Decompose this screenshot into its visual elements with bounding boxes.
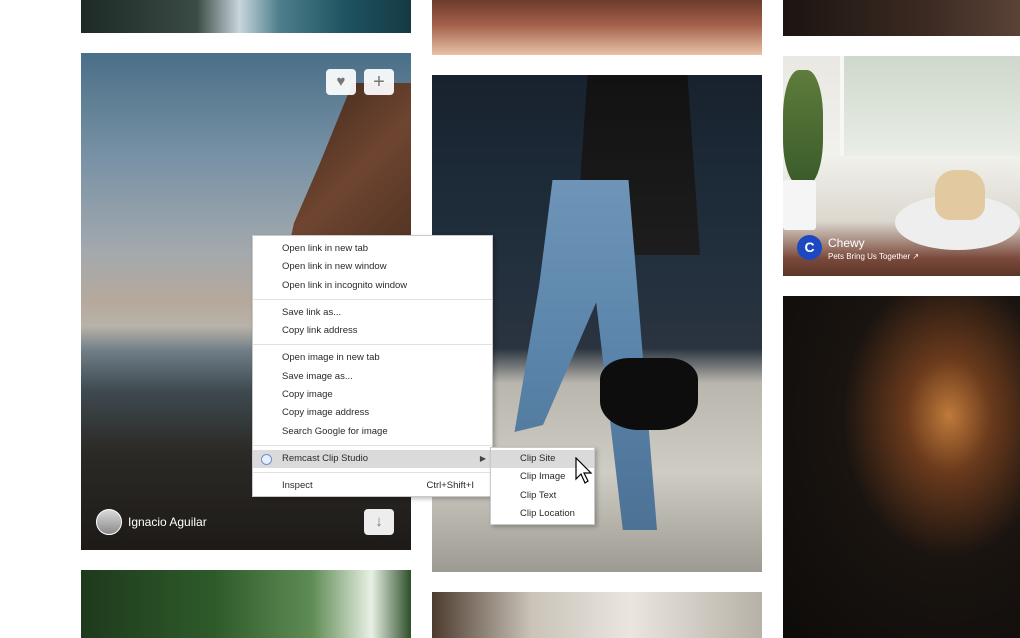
photo-author[interactable]: Ignacio Aguilar <box>96 509 207 535</box>
photo-detail <box>600 358 698 430</box>
menu-item-open-link-new-tab[interactable]: Open link in new tab <box>253 240 492 258</box>
menu-item-remcast-clip-studio[interactable]: Remcast Clip Studio ▶ <box>253 449 492 469</box>
menu-item-save-link-as[interactable]: Save link as... <box>253 304 492 322</box>
menu-item-open-link-new-window[interactable]: Open link in new window <box>253 258 492 276</box>
photo-tile[interactable] <box>432 592 762 638</box>
menu-item-open-image-new-tab[interactable]: Open image in new tab <box>253 349 492 367</box>
photo-tile[interactable] <box>81 0 411 33</box>
avatar[interactable] <box>96 509 122 535</box>
menu-item-copy-image[interactable]: Copy image <box>253 386 492 404</box>
menu-item-search-google-image[interactable]: Search Google for image <box>253 423 492 441</box>
photo-tile[interactable] <box>783 0 1020 36</box>
plus-icon: + <box>373 71 385 93</box>
ad-tagline[interactable]: Pets Bring Us Together ↗ <box>828 252 919 261</box>
menu-item-open-link-incognito[interactable]: Open link in incognito window <box>253 277 492 295</box>
menu-item-label: Remcast Clip Studio <box>282 452 369 464</box>
menu-item-label: Inspect <box>282 480 313 492</box>
photo-tile[interactable] <box>81 570 411 638</box>
download-arrow-icon: ↓ <box>375 513 383 530</box>
extension-icon <box>261 453 272 465</box>
menu-item-save-image-as[interactable]: Save image as... <box>253 368 492 386</box>
mouse-cursor-icon <box>575 457 593 484</box>
photo-detail <box>935 170 985 220</box>
context-menu: Open link in new tab Open link in new wi… <box>252 235 493 497</box>
add-to-collection-button[interactable]: + <box>364 69 394 95</box>
menu-item-inspect[interactable]: Inspect Ctrl+Shift+I <box>253 477 492 495</box>
ad-brand-name[interactable]: Chewy <box>828 236 865 250</box>
photo-detail <box>840 56 1020 156</box>
like-button[interactable]: ♥ <box>326 69 356 95</box>
photo-detail <box>783 70 823 185</box>
menu-item-copy-link-address[interactable]: Copy link address <box>253 322 492 340</box>
heart-icon: ♥ <box>336 73 346 90</box>
chewy-logo[interactable]: C <box>797 235 822 260</box>
menu-divider <box>253 344 492 346</box>
menu-divider <box>253 444 492 446</box>
photo-detail <box>783 180 816 230</box>
photo-tile[interactable] <box>432 0 762 55</box>
keyboard-shortcut: Ctrl+Shift+I <box>426 480 474 492</box>
submenu-item-clip-text[interactable]: Clip Text <box>491 487 594 505</box>
download-button[interactable]: ↓ <box>364 509 394 535</box>
photo-tile[interactable] <box>783 296 1020 638</box>
menu-item-copy-image-address[interactable]: Copy image address <box>253 404 492 422</box>
menu-divider <box>253 298 492 300</box>
author-name[interactable]: Ignacio Aguilar <box>128 515 207 529</box>
menu-divider <box>253 472 492 474</box>
submenu-arrow-icon: ▶ <box>479 453 486 463</box>
submenu-item-clip-location[interactable]: Clip Location <box>491 505 594 523</box>
